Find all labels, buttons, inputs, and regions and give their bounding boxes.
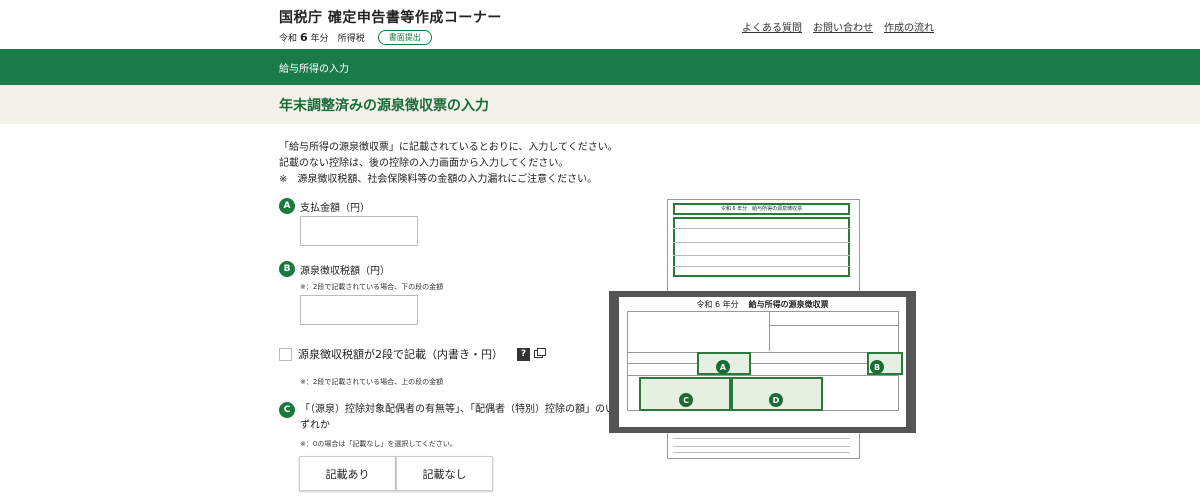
two-tier-label[interactable]: 源泉徴収税額が2段で記載（内書き・円） xyxy=(298,346,503,362)
withholding-tax-text: 源泉徴収税額（円） xyxy=(300,265,390,277)
year-value: 6 xyxy=(300,31,308,44)
slip-zoom-title: 令和 6 年分 給与所得の源泉徴収票 xyxy=(619,299,906,310)
tax-year-line: 令和 6 年分 所得税 書面提出 xyxy=(279,30,432,45)
withholding-tax-input[interactable] xyxy=(300,295,418,325)
payment-amount-input[interactable] xyxy=(300,216,418,246)
page-title: 年末調整済みの源泉徴収票の入力 xyxy=(279,98,489,114)
popup-window-icon xyxy=(534,348,546,358)
intro-line: 記載のない控除は、後の控除の入力画面から入力してください。 xyxy=(279,158,569,169)
intro-line: 「給与所得の源泉徴収票」に記載されているとおりに、入力してください。 xyxy=(279,142,618,153)
withholding-slip-illustration: 令和 6 年分 給与所得の源泉徴収票 令和 6 年分 給与所得の源泉徴収票 A … xyxy=(609,199,916,459)
two-tier-checkbox[interactable] xyxy=(279,347,292,361)
slip-zoom-heading: 給与所得の源泉徴収票 xyxy=(748,300,829,309)
tax-type: 所得税 xyxy=(337,34,365,44)
faq-link[interactable]: よくある質問 xyxy=(742,19,802,34)
site-title[interactable]: 国税庁 確定申告書等作成コーナー xyxy=(279,7,502,27)
withholding-tax-label: B 源泉徴収税額（円） xyxy=(279,261,390,277)
header-links: よくある質問 お問い合わせ 作成の流れ xyxy=(742,19,934,34)
payment-amount-label: A 支払金額（円） xyxy=(279,198,370,214)
slip-zoom-year: 令和 6 年分 xyxy=(696,300,739,309)
slip-marker-c-icon: C xyxy=(679,393,693,407)
section-label: 給与所得の入力 xyxy=(279,64,349,75)
two-tier-note: ※：2段で記載されている場合、上の段の金額 xyxy=(300,378,444,386)
intro-line: ※ 源泉徴収税額、社会保険料等の金額の入力漏れにご注意ください。 xyxy=(279,174,598,185)
section-bar: 給与所得の入力 xyxy=(0,49,1200,85)
flow-link[interactable]: 作成の流れ xyxy=(884,19,934,34)
two-tier-row: 源泉徴収税額が2段で記載（内書き・円） ? xyxy=(279,346,546,362)
slip-back-highlight xyxy=(673,217,850,277)
spouse-deduction-text: 「（源泉）控除対象配偶者の有無等」、「配偶者（特別）控除の額」のいずれか xyxy=(300,404,615,431)
withholding-tax-note: ※：2段で記載されている場合、下の段の金額 xyxy=(300,283,444,291)
spouse-deduction-label: C 「（源泉）控除対象配偶者の有無等」、「配偶者（特別）控除の額」のいずれか xyxy=(279,402,620,434)
slip-marker-a-icon: A xyxy=(716,360,730,374)
contact-link[interactable]: お問い合わせ xyxy=(813,19,873,34)
option-yes-button[interactable]: 記載あり xyxy=(299,456,396,491)
payment-amount-text: 支払金額（円） xyxy=(300,202,370,214)
help-icon[interactable]: ? xyxy=(517,347,530,361)
marker-a-icon: A xyxy=(279,198,295,214)
marker-b-icon: B xyxy=(279,261,295,277)
option-no-button[interactable]: 記載なし xyxy=(396,456,493,491)
title-bar: 年末調整済みの源泉徴収票の入力 xyxy=(0,85,1200,124)
header: 国税庁 確定申告書等作成コーナー 令和 6 年分 所得税 書面提出 よくある質問… xyxy=(0,0,1200,49)
intro-text: 「給与所得の源泉徴収票」に記載されているとおりに、入力してください。 記載のない… xyxy=(279,140,618,188)
year-suffix: 年分 xyxy=(310,34,329,44)
slip-marker-b-icon: B xyxy=(870,360,884,374)
marker-c-icon: C xyxy=(279,402,295,418)
submission-badge: 書面提出 xyxy=(377,30,432,45)
era-label: 令和 xyxy=(279,34,298,44)
spouse-deduction-note: ※：0の場合は「記載なし」を選択してください。 xyxy=(300,440,457,448)
slip-zoom-image: 令和 6 年分 給与所得の源泉徴収票 A B C D xyxy=(619,297,906,427)
spouse-deduction-options: 記載あり 記載なし xyxy=(299,456,493,491)
slip-back-title: 令和 6 年分 給与所得の源泉徴収票 xyxy=(673,203,850,215)
slip-marker-d-icon: D xyxy=(769,393,783,407)
slip-zoom-frame: 令和 6 年分 給与所得の源泉徴収票 A B C D xyxy=(609,291,916,433)
